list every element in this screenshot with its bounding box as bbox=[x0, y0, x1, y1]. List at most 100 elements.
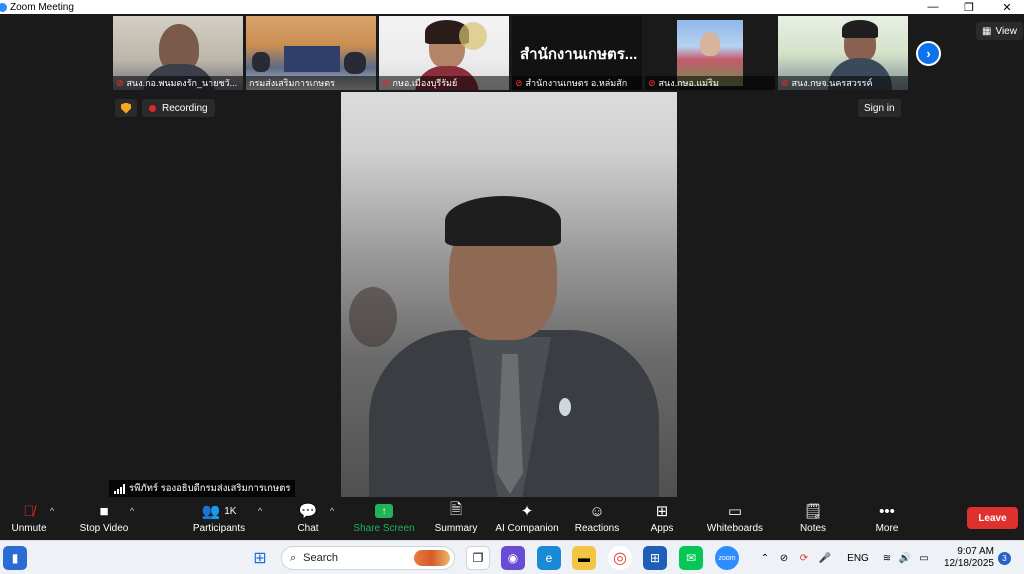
recording-label: Recording bbox=[162, 102, 208, 114]
microsoft-store-icon[interactable]: ⊞ bbox=[643, 546, 667, 570]
task-view-icon[interactable]: ❐ bbox=[466, 546, 490, 570]
participant-display-name: สำนักงานเกษตร... bbox=[520, 46, 638, 63]
participants-options-chevron-icon[interactable]: ^ bbox=[258, 506, 262, 516]
participant-thumbnail[interactable]: กรมส่งเสริมการเกษตร bbox=[246, 16, 376, 90]
ellipsis-icon: ••• bbox=[879, 502, 895, 520]
chrome-browser-icon[interactable]: ◎ bbox=[608, 546, 632, 570]
mic-muted-icon: ⊘ bbox=[515, 77, 523, 88]
video-options-chevron-icon[interactable]: ^ bbox=[130, 506, 134, 516]
stop-video-label: Stop Video bbox=[79, 523, 129, 534]
participant-name-bar: ⊘ สนง.กอ.พนมดงรัก_นายชวั... bbox=[113, 76, 243, 90]
unmute-button[interactable]: 🎙̸ Unmute bbox=[10, 500, 48, 540]
more-label: More bbox=[875, 523, 899, 534]
tray-overflow-chevron-icon[interactable]: ⌃ bbox=[758, 541, 772, 574]
chat-button[interactable]: 💬 Chat bbox=[296, 500, 320, 540]
chat-options-chevron-icon[interactable]: ^ bbox=[330, 506, 334, 516]
chat-label: Chat bbox=[297, 523, 319, 534]
participant-thumbnail[interactable]: ⊘ สนง.กอ.พนมดงรัก_นายชวั... bbox=[113, 16, 243, 90]
leave-button[interactable]: Leave bbox=[967, 507, 1018, 529]
audio-options-chevron-icon[interactable]: ^ bbox=[50, 506, 54, 516]
participant-thumbnail[interactable]: ⊘ สนง.กษอ.แม่ริม bbox=[645, 16, 775, 90]
active-speaker-name-tag: รพีภัทร์ รองอธิบดีกรมส่งเสริมการเกษตร bbox=[109, 480, 296, 497]
unmute-label: Unmute bbox=[11, 523, 47, 534]
notification-badge[interactable]: 3 bbox=[998, 552, 1011, 565]
grid-icon: ▦ bbox=[982, 25, 992, 37]
participants-icon-group: 👥 1K bbox=[202, 500, 237, 522]
taskbar-clock[interactable]: 9:07 AM 12/18/2025 bbox=[940, 546, 994, 570]
summary-document-icon: 🗎 bbox=[449, 500, 463, 518]
stop-video-button[interactable]: ■ Stop Video bbox=[78, 500, 130, 540]
microphone-icon[interactable]: 🎤 bbox=[818, 541, 832, 574]
whiteboard-icon: ▭ bbox=[727, 503, 743, 520]
volume-icon[interactable]: 🔊 bbox=[898, 541, 912, 574]
apps-button[interactable]: ⊞ Apps bbox=[648, 500, 676, 540]
search-highlight-image bbox=[414, 550, 450, 566]
signal-strength-icon bbox=[114, 483, 125, 494]
windows-start-icon[interactable]: ⊞ bbox=[248, 546, 272, 570]
summary-button[interactable]: 🗎 Summary bbox=[434, 500, 478, 540]
file-explorer-icon[interactable]: ▬ bbox=[572, 546, 596, 570]
reactions-label: Reactions bbox=[574, 523, 620, 534]
more-button[interactable]: ••• More bbox=[872, 500, 902, 540]
sync-alert-icon[interactable]: ⟳ bbox=[796, 541, 812, 574]
windows-taskbar: ▮ ⊞ ⌕ Search ❐ ◉ e ▬ ◎ ⊞ ✉ zoom ⌃ ⊘ ⟳ 🎤 … bbox=[0, 540, 1024, 574]
ai-companion-label: AI Companion bbox=[495, 523, 559, 534]
summary-label: Summary bbox=[434, 523, 478, 534]
meeting-controls: 🎙̸ Unmute ^ ■ Stop Video ^ 👥 1K Particip… bbox=[0, 498, 1024, 540]
search-icon: ⌕ bbox=[290, 551, 297, 564]
notes-button[interactable]: 🗒 Notes bbox=[798, 500, 828, 540]
language-indicator[interactable]: ENG bbox=[846, 541, 870, 574]
sign-in-button[interactable]: Sign in bbox=[858, 99, 901, 117]
speaker-hair bbox=[445, 196, 561, 246]
minimize-button[interactable]: — bbox=[918, 0, 948, 14]
ai-companion-button[interactable]: ✦ AI Companion bbox=[494, 500, 560, 540]
clock-date: 12/18/2025 bbox=[943, 558, 994, 569]
participant-thumbnail[interactable]: สำนักงานเกษตร... ⊘ สำนักงานเกษตร อ.หล่มส… bbox=[512, 16, 642, 90]
smiley-icon: ☺ bbox=[589, 502, 605, 520]
notes-label: Notes bbox=[799, 523, 827, 534]
security-shield-icon[interactable] bbox=[115, 99, 137, 117]
participants-icon: 👥 bbox=[201, 503, 221, 520]
widgets-icon[interactable]: ▮ bbox=[3, 546, 27, 570]
chat-bubble-icon: 💬 bbox=[298, 503, 318, 520]
whiteboards-button[interactable]: ▭ Whiteboards bbox=[704, 500, 766, 540]
notes-icon: 🗒 bbox=[803, 503, 823, 520]
view-button[interactable]: ▦ View bbox=[976, 22, 1023, 40]
mic-muted-icon: ⊘ bbox=[116, 77, 124, 88]
participant-name-bar: กรมส่งเสริมการเกษตร bbox=[246, 76, 376, 90]
mic-muted-icon: ⊘ bbox=[382, 77, 390, 88]
line-app-icon[interactable]: ✉ bbox=[679, 546, 703, 570]
participant-video bbox=[252, 52, 270, 72]
taskbar-search-box[interactable]: ⌕ Search bbox=[281, 546, 455, 570]
recording-indicator[interactable]: Recording bbox=[142, 99, 215, 117]
window-title: Zoom Meeting bbox=[10, 1, 74, 13]
mic-muted-icon: 🎙̸ bbox=[23, 502, 35, 520]
restore-button[interactable]: ❐ bbox=[954, 0, 984, 14]
zoom-app-icon[interactable]: zoom bbox=[715, 546, 739, 570]
recording-dot-icon bbox=[149, 104, 156, 112]
participant-thumbnail[interactable]: ⊘ กษอ.เมืองบุรีรัมย์ bbox=[379, 16, 509, 90]
participant-name: สนง.กษจ.นครสวรรค์ bbox=[791, 78, 873, 88]
network-off-icon[interactable]: ⊘ bbox=[776, 541, 792, 574]
participants-label: Participants bbox=[192, 523, 246, 534]
whiteboards-label: Whiteboards bbox=[706, 523, 764, 534]
speaker-pin bbox=[559, 398, 571, 416]
wifi-icon[interactable]: ≋ bbox=[880, 541, 894, 574]
participants-button[interactable]: 👥 1K Participants bbox=[192, 500, 246, 540]
reactions-button[interactable]: ☺ Reactions bbox=[574, 500, 620, 540]
participant-name: กษอ.เมืองบุรีรัมย์ bbox=[392, 78, 458, 88]
next-page-button[interactable]: › bbox=[916, 41, 941, 66]
battery-icon[interactable]: ▭ bbox=[916, 541, 932, 574]
participant-name-bar: ⊘ สนง.กษอ.แม่ริม bbox=[645, 76, 775, 90]
window-titlebar: Zoom Meeting — ❐ ✕ bbox=[0, 0, 1024, 14]
copilot-icon[interactable]: ◉ bbox=[501, 546, 525, 570]
share-screen-button[interactable]: ↑ Share Screen bbox=[353, 500, 415, 540]
meeting-area: ⊘ สนง.กอ.พนมดงรัก_นายชวั... กรมส่งเสริมก… bbox=[0, 14, 1024, 498]
participant-name: กรมส่งเสริมการเกษตร bbox=[249, 78, 335, 88]
participant-name: สนง.กษอ.แม่ริม bbox=[658, 78, 719, 88]
gallery-strip: ⊘ สนง.กอ.พนมดงรัก_นายชวั... กรมส่งเสริมก… bbox=[113, 16, 908, 90]
active-speaker-name: รพีภัทร์ รองอธิบดีกรมส่งเสริมการเกษตร bbox=[129, 483, 291, 494]
close-button[interactable]: ✕ bbox=[992, 0, 1022, 14]
edge-browser-icon[interactable]: e bbox=[537, 546, 561, 570]
participant-thumbnail[interactable]: ⊘ สนง.กษจ.นครสวรรค์ bbox=[778, 16, 908, 90]
